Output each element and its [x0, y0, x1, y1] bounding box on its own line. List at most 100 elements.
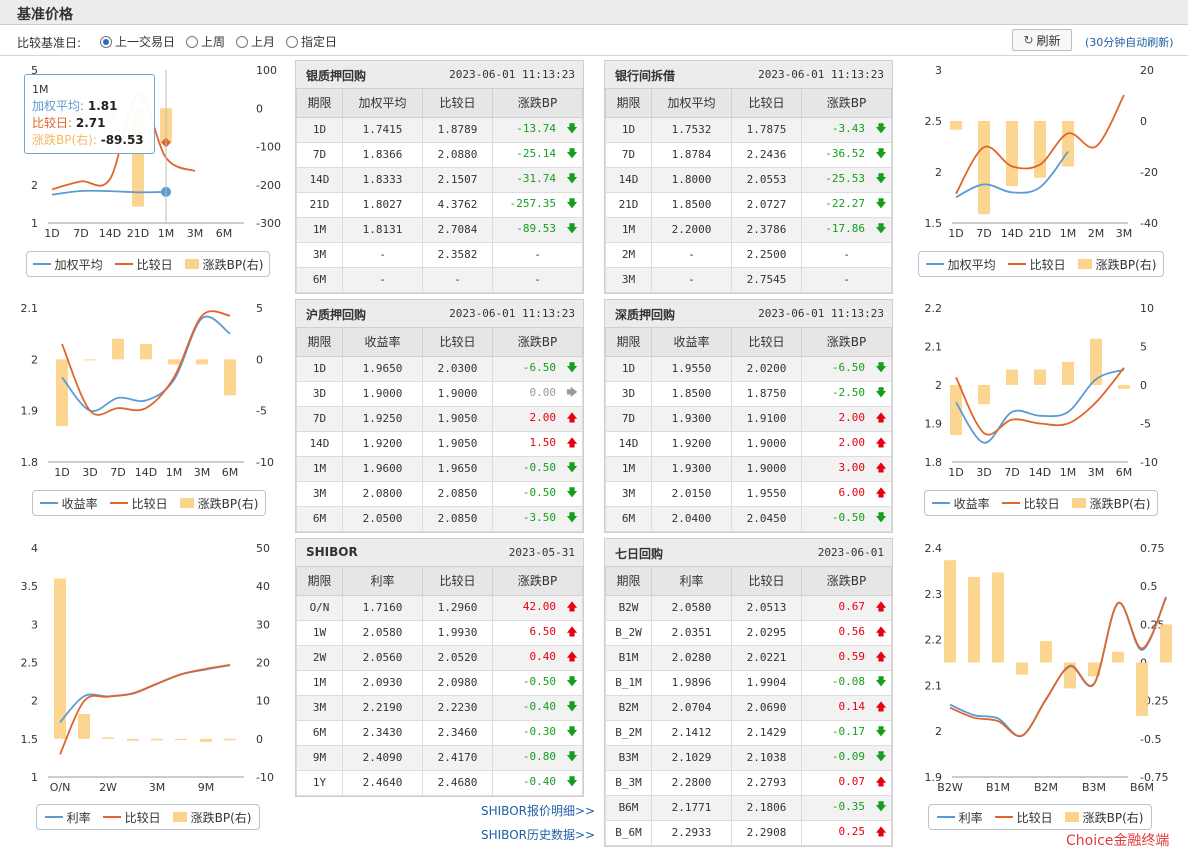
bp-bar[interactable]	[978, 385, 990, 405]
column-header[interactable]: 利率	[342, 567, 423, 596]
table-row[interactable]: 14D 1.9200 1.9050 1.50 🡅	[296, 430, 583, 457]
legend-item[interactable]: 比较日	[102, 809, 161, 826]
bp-bar[interactable]	[224, 738, 236, 741]
table-row[interactable]: 1D 1.7415 1.8789 -13.74 🡇	[296, 116, 583, 143]
table-row[interactable]: 2M -2.2500-	[605, 241, 892, 268]
table-row[interactable]: 7D 1.9250 1.9050 2.00 🡅	[296, 405, 583, 432]
column-header[interactable]: 比较日	[422, 567, 493, 596]
column-header[interactable]: 期限	[296, 89, 343, 118]
bp-bar[interactable]	[1034, 369, 1046, 385]
legend-item[interactable]: 收益率	[931, 495, 990, 512]
bp-bar[interactable]	[84, 359, 96, 361]
column-header[interactable]: 比较日	[731, 567, 802, 596]
table-row[interactable]: 1M 1.8131 2.7084 -89.53 🡇	[296, 216, 583, 243]
table-row[interactable]: 6M - - -	[296, 266, 583, 293]
bp-bar[interactable]	[968, 577, 980, 663]
bp-bar[interactable]	[196, 359, 208, 365]
table-row[interactable]: B2M 2.0704 2.0690 0.14 🡅	[605, 694, 892, 721]
bp-bar[interactable]	[56, 359, 68, 427]
table-row[interactable]: 21D 1.8027 4.3762 -257.35 🡇	[296, 191, 583, 218]
table-row[interactable]: 1M 2.0930 2.0980 -0.50 🡇	[296, 669, 583, 696]
table-row[interactable]: 1M 1.9300 1.9000 3.00 🡅	[605, 455, 892, 482]
table-row[interactable]: 3D 1.9000 1.9000 0.00 🡆	[296, 380, 583, 407]
column-header[interactable]: 比较日	[731, 328, 802, 357]
table-row[interactable]: 3M -2.3582-	[296, 241, 583, 268]
bp-bar[interactable]	[1062, 121, 1074, 167]
table-row[interactable]: 1M 2.2000 2.3786 -17.86 🡇	[605, 216, 892, 243]
column-header[interactable]: 涨跌BP	[492, 328, 583, 357]
table-row[interactable]: 1D 1.7532 1.7875 -3.43 🡇	[605, 116, 892, 143]
bp-bar[interactable]	[1090, 338, 1102, 385]
table-row[interactable]: 3M 2.0800 2.0850 -0.50 🡇	[296, 480, 583, 507]
legend-item[interactable]: 涨跌BP(右)	[1071, 495, 1150, 512]
series-line-primary[interactable]	[51, 189, 167, 196]
column-header[interactable]: 利率	[651, 567, 732, 596]
column-header[interactable]: 比较日	[422, 328, 493, 357]
table-row[interactable]: B2W 2.0580 2.0513 0.67 🡅	[605, 594, 892, 621]
bp-bar[interactable]	[127, 738, 139, 741]
table-row[interactable]: 1D 1.9550 2.0200 -6.50 🡇	[605, 355, 892, 382]
table-row[interactable]: B6M 2.1771 2.1806 -0.35 🡇	[605, 794, 892, 821]
column-header[interactable]: 收益率	[342, 328, 423, 357]
bp-bar[interactable]	[1062, 361, 1074, 385]
column-header[interactable]: 期限	[605, 89, 652, 118]
bp-bar[interactable]	[54, 578, 66, 739]
shibor-detail-link[interactable]: SHIBOR报价明细>>	[481, 802, 595, 819]
radio-last-month[interactable]: 上月	[236, 33, 275, 50]
bp-bar[interactable]	[1006, 121, 1018, 187]
table-row[interactable]: 2W 2.0560 2.0520 0.40 🡅	[296, 644, 583, 671]
bp-bar[interactable]	[1016, 662, 1028, 675]
column-header[interactable]: 比较日	[422, 89, 493, 118]
table-row[interactable]: 1W 2.0580 1.9930 6.50 🡅	[296, 619, 583, 646]
table-row[interactable]: B_3M 2.2800 2.2793 0.07 🡅	[605, 769, 892, 796]
bp-bar[interactable]	[168, 359, 180, 365]
bp-bar[interactable]	[1040, 641, 1052, 663]
bp-bar[interactable]	[992, 572, 1004, 663]
legend-item[interactable]: 涨跌BP(右)	[184, 256, 263, 273]
bp-bar[interactable]	[944, 560, 956, 663]
bp-bar[interactable]	[151, 738, 163, 741]
table-row[interactable]: 14D 1.8000 2.0553 -25.53 🡇	[605, 166, 892, 193]
legend-item[interactable]: 收益率	[39, 495, 98, 512]
table-row[interactable]: 7D 1.8366 2.0880 -25.14 🡇	[296, 141, 583, 168]
table-row[interactable]: 6M 2.3430 2.3460 -0.30 🡇	[296, 719, 583, 746]
table-row[interactable]: 21D 1.8500 2.0727 -22.27 🡇	[605, 191, 892, 218]
column-header[interactable]: 涨跌BP	[492, 89, 583, 118]
column-header[interactable]: 涨跌BP	[492, 567, 583, 596]
legend-item[interactable]: 利率	[936, 809, 983, 826]
column-header[interactable]: 期限	[296, 567, 343, 596]
series-line-primary[interactable]	[59, 664, 231, 723]
refresh-button[interactable]: ↻ 刷新	[1012, 29, 1072, 51]
bp-bar[interactable]	[78, 714, 90, 739]
table-row[interactable]: 7D 1.9300 1.9100 2.00 🡅	[605, 405, 892, 432]
legend-item[interactable]: 比较日	[994, 809, 1053, 826]
table-row[interactable]: O/N 1.7160 1.2960 42.00 🡅	[296, 594, 583, 621]
table-row[interactable]: B_2W 2.0351 2.0295 0.56 🡅	[605, 619, 892, 646]
column-header[interactable]: 涨跌BP	[801, 567, 892, 596]
table-row[interactable]: 7D 1.8784 2.2436 -36.52 🡇	[605, 141, 892, 168]
bp-bar[interactable]	[224, 359, 236, 396]
bp-bar[interactable]	[1136, 662, 1148, 716]
table-row[interactable]: 1M 1.9600 1.9650 -0.50 🡇	[296, 455, 583, 482]
column-header[interactable]: 比较日	[731, 89, 802, 118]
bp-bar[interactable]	[175, 738, 187, 740]
table-row[interactable]: 9M 2.4090 2.4170 -0.80 🡇	[296, 744, 583, 771]
legend-item[interactable]: 加权平均	[925, 256, 996, 273]
bp-bar[interactable]	[102, 737, 114, 739]
table-row[interactable]: 6M 2.0400 2.0450 -0.50 🡇	[605, 505, 892, 532]
table-row[interactable]: 1Y 2.4640 2.4680 -0.40 🡇	[296, 769, 583, 796]
bp-bar[interactable]	[1118, 385, 1130, 389]
bp-bar[interactable]	[978, 121, 990, 215]
legend-item[interactable]: 比较日	[1001, 495, 1060, 512]
legend-item[interactable]: 涨跌BP(右)	[179, 495, 258, 512]
legend-item[interactable]: 比较日	[109, 495, 168, 512]
legend-item[interactable]: 涨跌BP(右)	[1064, 809, 1143, 826]
bp-bar[interactable]	[1034, 121, 1046, 178]
legend-item[interactable]: 加权平均	[32, 256, 103, 273]
shibor-history-link[interactable]: SHIBOR历史数据>>	[481, 826, 595, 843]
table-row[interactable]: B_6M 2.2933 2.2908 0.25 🡅	[605, 819, 892, 846]
column-header[interactable]: 涨跌BP	[801, 328, 892, 357]
bp-bar[interactable]	[200, 738, 212, 742]
table-row[interactable]: B3M 2.1029 2.1038 -0.09 🡇	[605, 744, 892, 771]
bp-bar[interactable]	[1112, 651, 1124, 663]
